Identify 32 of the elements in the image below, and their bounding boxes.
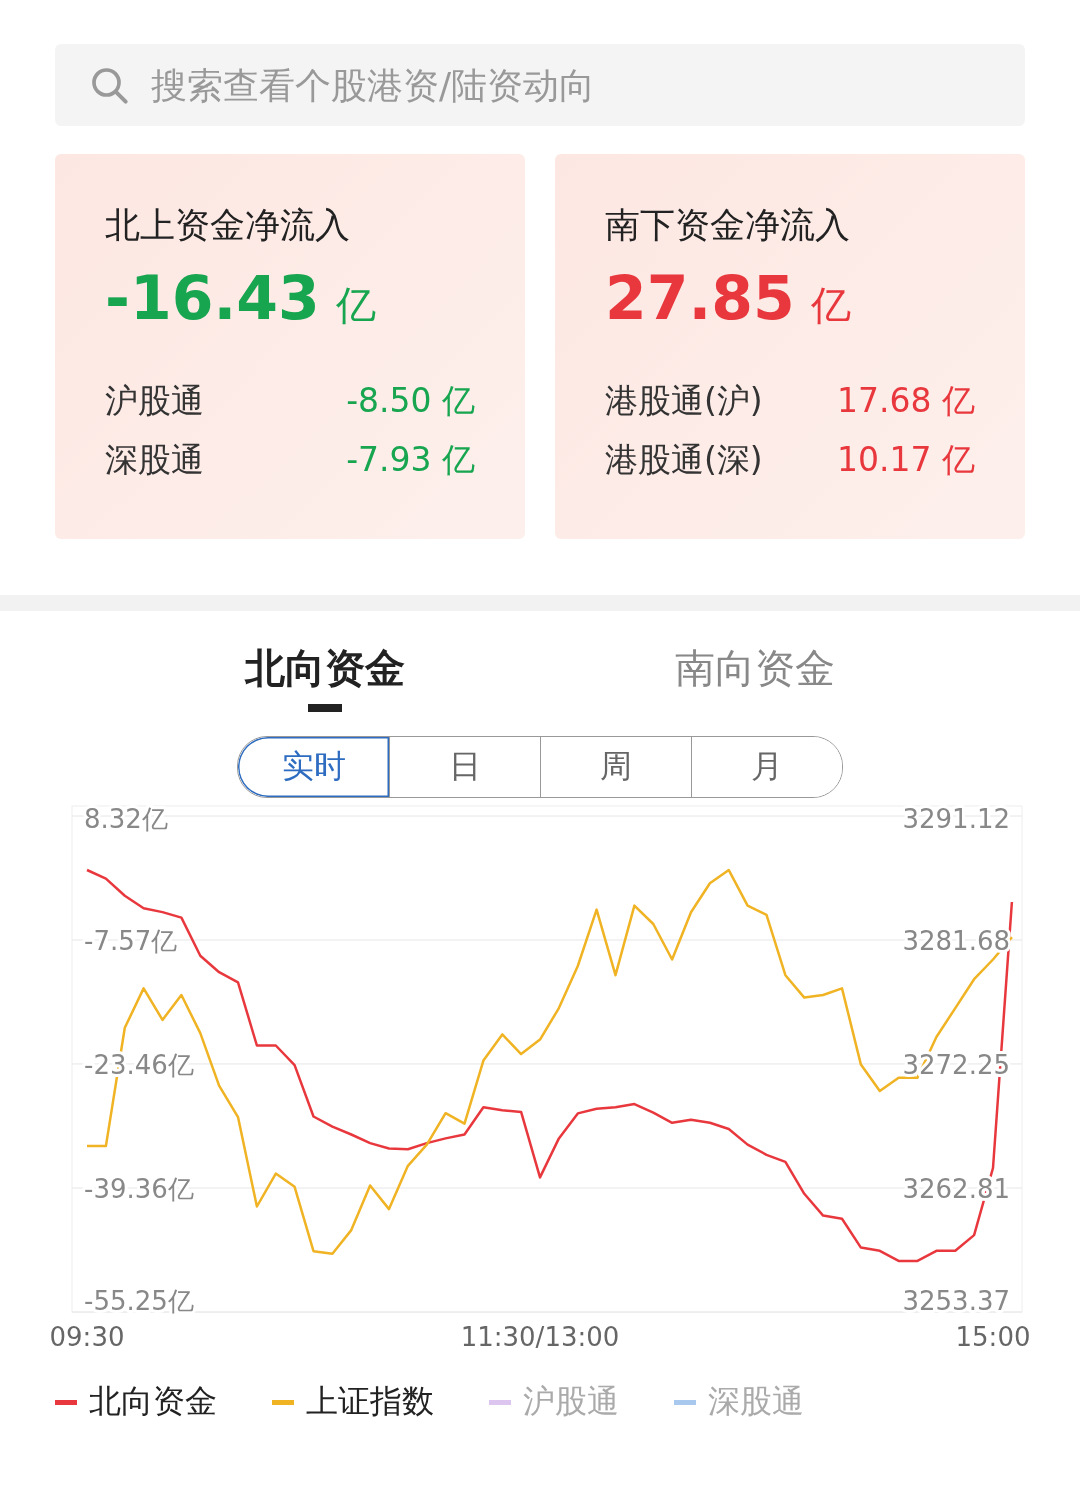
channel-value: 10.17 亿 [837,439,975,481]
net-inflow-amount: 27.85 [605,263,795,333]
x-axis-label: 09:30 [49,1322,125,1350]
channel-label: 港股通(沪) [605,380,763,422]
y-axis-label: 8.32亿 [84,804,168,834]
channel-label: 深股通 [105,439,204,481]
tab[interactable]: 南向资金 [675,641,835,712]
card-title: 南下资金净流入 [605,204,851,247]
legend-item[interactable]: 上证指数 [272,1380,434,1424]
channel-value: 17.68 亿 [837,380,975,422]
channel-value: -8.50 亿 [346,380,475,422]
unit-label: 亿 [335,281,376,330]
x-axis-label: 15:00 [955,1322,1031,1350]
channel-value: -7.93 亿 [346,439,475,481]
x-axis-label: 11:30/13:00 [460,1322,620,1350]
search-field[interactable]: 搜索查看个股港资/陆资动向 [149,63,991,107]
search-bar[interactable]: 搜索查看个股港资/陆资动向 [55,44,1025,126]
period-button[interactable]: 实时 [238,737,389,797]
unit-label: 亿 [810,281,851,330]
channel-label: 港股通(深) [605,439,763,481]
net-inflow-amount: -16.43 [105,263,320,333]
y-axis-label: -55.25亿 [84,1286,194,1316]
y-axis-label: -39.36亿 [84,1174,194,1204]
y-axis-label: -7.57亿 [84,926,178,956]
period-button[interactable]: 月 [691,737,842,797]
y-axis-label: 3253.37 [902,1286,1010,1316]
card-title: 北上资金净流入 [105,204,351,247]
search-icon [89,65,129,105]
channel-label: 沪股通 [105,380,204,422]
tab[interactable]: 北向资金 [245,641,405,712]
legend-item[interactable]: 北向资金 [55,1380,217,1424]
y-axis-label: 3291.12 [902,804,1010,834]
